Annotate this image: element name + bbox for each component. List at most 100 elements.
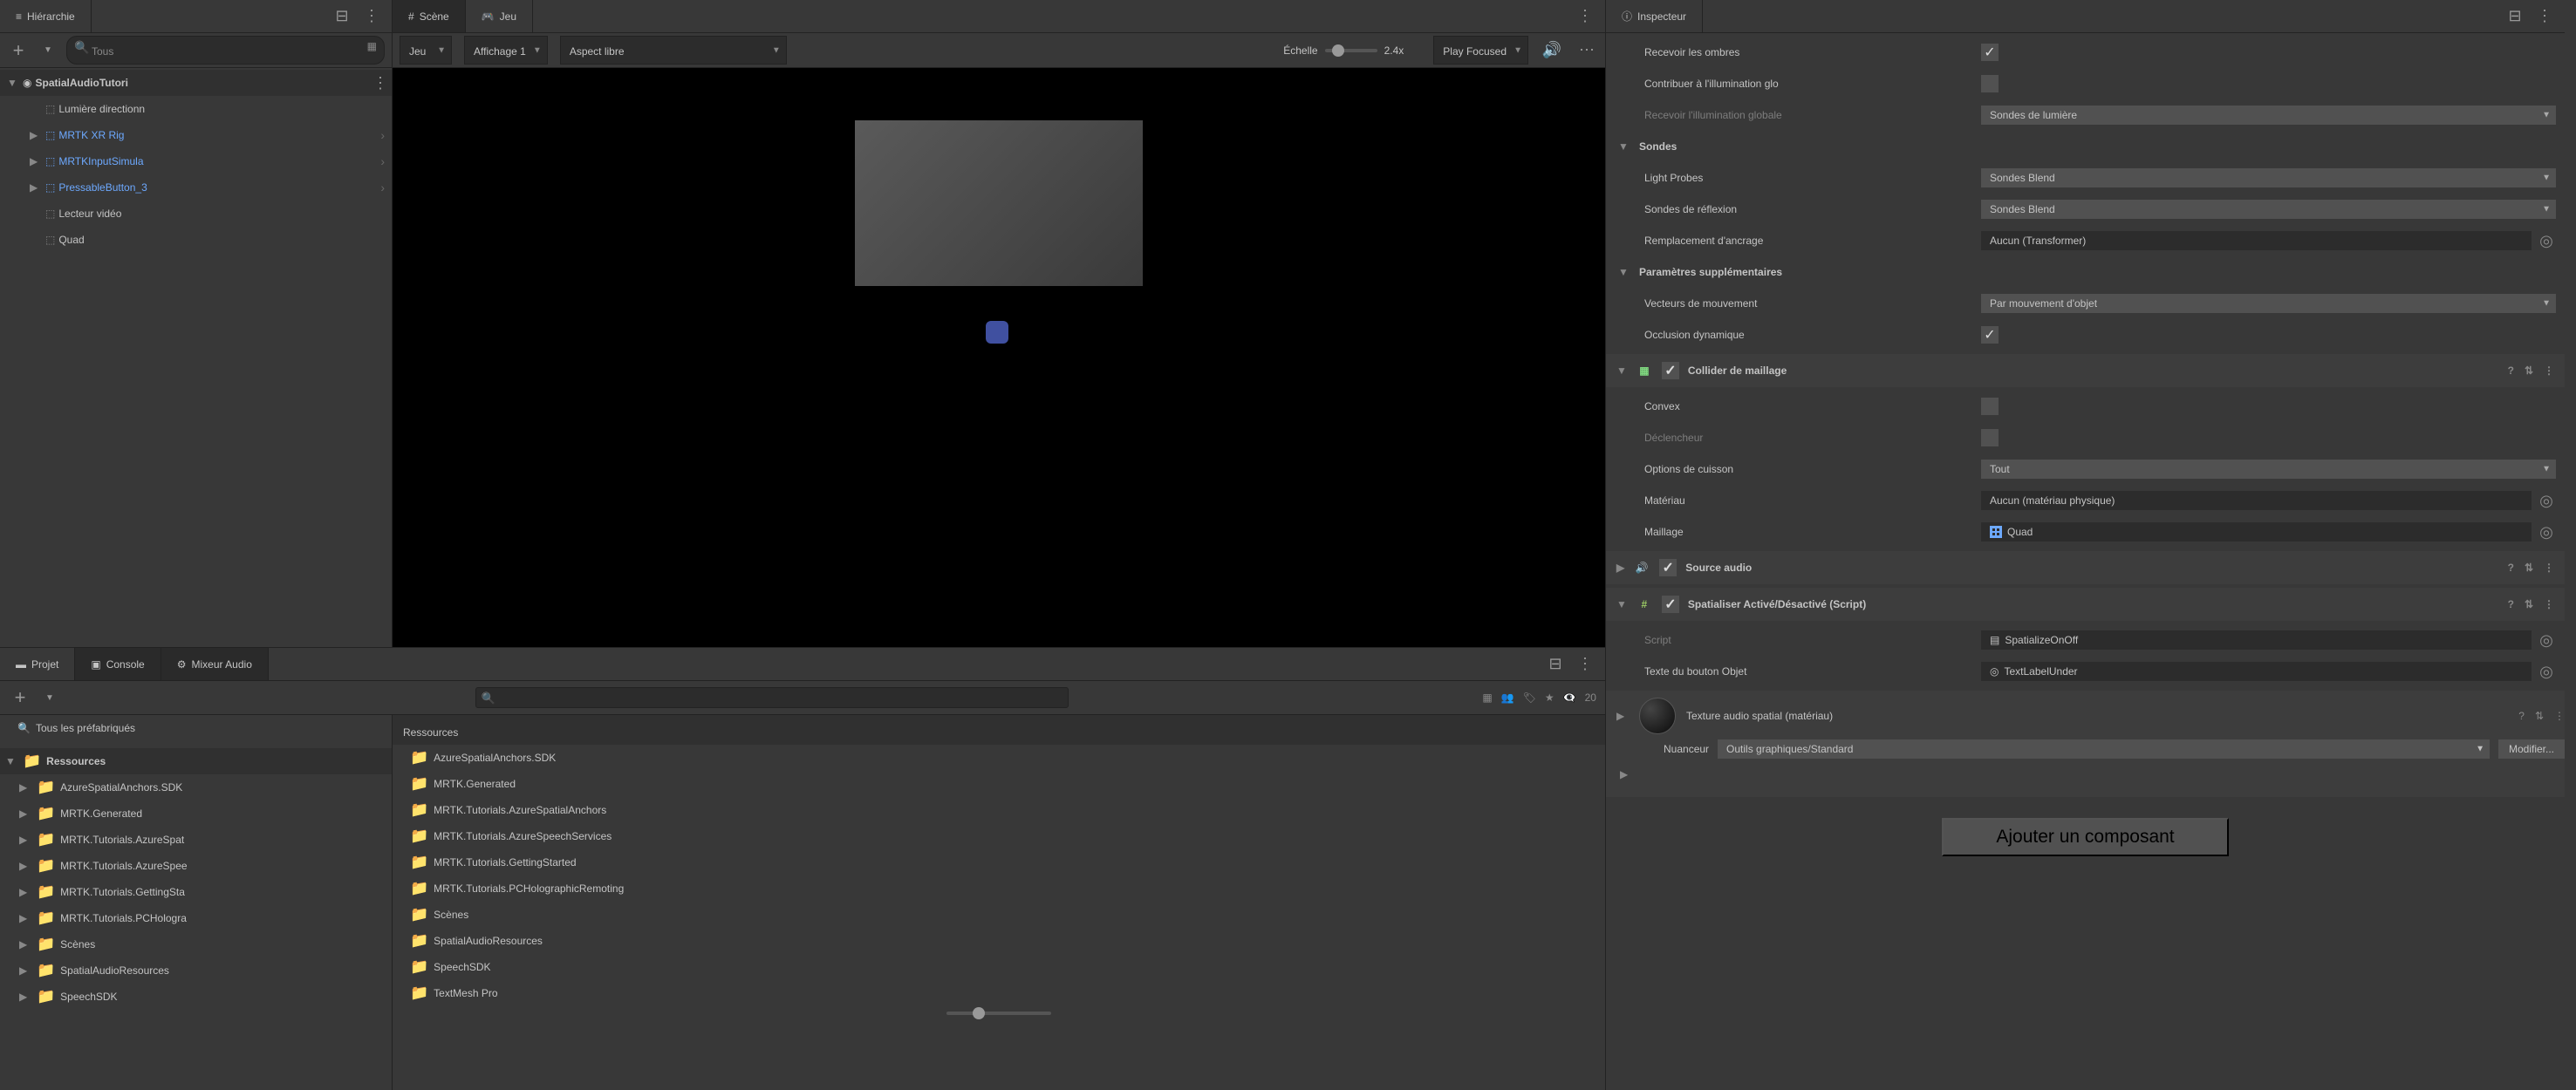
project-search-input[interactable] bbox=[475, 687, 1069, 708]
target-icon[interactable]: ◎ bbox=[2537, 663, 2556, 681]
list-item[interactable]: 📁MRTK.Tutorials.GettingStarted bbox=[393, 849, 1605, 875]
component-enabled-checkbox[interactable] bbox=[1659, 559, 1677, 576]
chevron-right-icon[interactable]: › bbox=[380, 128, 392, 142]
detach-icon[interactable]: ⊟ bbox=[331, 5, 353, 28]
checkbox[interactable] bbox=[1981, 75, 1999, 92]
expand-arrow-icon[interactable]: ▶ bbox=[30, 129, 42, 141]
add-dropdown-icon[interactable]: ▼ bbox=[37, 39, 59, 62]
object-field[interactable]: ◎ TextLabelUnder bbox=[1981, 662, 2532, 681]
audio-icon[interactable]: 🔊 bbox=[1541, 39, 1563, 62]
expand-arrow-icon[interactable]: ▼ bbox=[1615, 266, 1630, 278]
help-icon[interactable]: ? bbox=[2508, 364, 2514, 377]
expand-arrow-icon[interactable]: ▶ bbox=[19, 807, 31, 820]
tree-row[interactable]: ⬚Quad bbox=[0, 227, 392, 253]
star-icon[interactable]: ★ bbox=[1545, 691, 1554, 704]
object-field[interactable]: Aucun (Transformer) bbox=[1981, 231, 2532, 250]
more-icon[interactable]: ⋯ bbox=[1575, 39, 1598, 62]
expand-arrow-icon[interactable]: ▶ bbox=[19, 938, 31, 950]
inspector-tab[interactable]: ⓘ Inspecteur bbox=[1606, 0, 1703, 32]
detach-icon[interactable]: ⊟ bbox=[1544, 653, 1567, 676]
menu-icon[interactable]: ⋮ bbox=[1574, 5, 1596, 28]
checkbox[interactable] bbox=[1981, 326, 1999, 344]
target-icon[interactable]: ◎ bbox=[2537, 232, 2556, 250]
search-menu-icon[interactable]: ▦ bbox=[367, 40, 377, 52]
help-icon[interactable]: ? bbox=[2518, 710, 2525, 722]
sub-header[interactable]: ▼Paramètres supplémentaires bbox=[1615, 256, 2556, 288]
preset-icon[interactable]: ⇅ bbox=[2525, 364, 2533, 377]
chevron-right-icon[interactable]: › bbox=[380, 154, 392, 168]
expand-arrow-icon[interactable]: ▶ bbox=[19, 886, 31, 898]
expand-arrow-icon[interactable]: ▶ bbox=[1616, 768, 1628, 780]
preset-icon[interactable]: ⇅ bbox=[2525, 598, 2533, 610]
folder-row[interactable]: ▶📁Scènes bbox=[0, 931, 392, 957]
project-tree[interactable]: 🔍 Tous les préfabriqués ▼ 📁 Ressources ▶… bbox=[0, 715, 393, 1090]
list-item[interactable]: 📁Scènes bbox=[393, 902, 1605, 928]
add-component-button[interactable]: Ajouter un composant bbox=[1942, 818, 2228, 856]
resources-root[interactable]: ▼ 📁 Ressources bbox=[0, 748, 392, 774]
expand-arrow-icon[interactable]: ▼ bbox=[1616, 598, 1627, 610]
folder-row[interactable]: ▶📁AzureSpatialAnchors.SDK bbox=[0, 774, 392, 800]
expand-arrow-icon[interactable]: ▶ bbox=[19, 964, 31, 977]
expand-arrow-icon[interactable]: ▼ bbox=[1616, 364, 1627, 377]
list-breadcrumb[interactable]: Ressources bbox=[393, 715, 1605, 745]
expand-arrow-icon[interactable]: ▶ bbox=[19, 991, 31, 1003]
checkbox[interactable] bbox=[1981, 44, 1999, 61]
expand-arrow-icon[interactable]: ▼ bbox=[5, 755, 17, 767]
object-field[interactable]: Aucun (matériau physique) bbox=[1981, 491, 2532, 510]
expand-arrow-icon[interactable]: ▼ bbox=[1615, 140, 1630, 153]
label-icon[interactable]: 🏷 bbox=[1523, 691, 1536, 704]
modify-button[interactable]: Modifier... bbox=[2498, 739, 2565, 759]
tree-row[interactable]: ⬚Lumière directionn bbox=[0, 96, 392, 122]
help-icon[interactable]: ? bbox=[2508, 598, 2514, 610]
aspect-dropdown[interactable]: Aspect libre bbox=[560, 36, 787, 65]
dropdown[interactable]: Sondes Blend bbox=[1981, 200, 2556, 219]
scene-tab[interactable]: # Scène bbox=[393, 0, 466, 32]
folder-row[interactable]: ▶📁SpeechSDK bbox=[0, 984, 392, 1010]
target-icon[interactable]: ◎ bbox=[2537, 631, 2556, 650]
add-dropdown-icon[interactable]: ▼ bbox=[38, 686, 61, 709]
mixer-tab[interactable]: ⚙ Mixeur Audio bbox=[161, 648, 269, 680]
dropdown[interactable]: Sondes Blend bbox=[1981, 168, 2556, 187]
project-list[interactable]: Ressources 📁AzureSpatialAnchors.SDK📁MRTK… bbox=[393, 715, 1605, 1090]
game-tab[interactable]: 🎮 Jeu bbox=[466, 0, 533, 32]
inspector-body[interactable]: Recevoir les ombresContribuer à l'illumi… bbox=[1606, 33, 2565, 1090]
menu-icon[interactable]: ⋮ bbox=[2544, 562, 2554, 574]
shader-dropdown[interactable]: Outils graphiques/Standard bbox=[1718, 739, 2490, 759]
folder-row[interactable]: ▶📁MRTK.Tutorials.AzureSpat bbox=[0, 827, 392, 853]
dropdown[interactable]: Par mouvement d'objet bbox=[1981, 294, 2556, 313]
hidden-icon[interactable]: 👁‍🗨 bbox=[1563, 691, 1576, 704]
add-icon[interactable]: + bbox=[9, 686, 31, 709]
menu-icon[interactable]: ⋮ bbox=[2533, 5, 2556, 28]
folder-row[interactable]: ▶📁MRTK.Tutorials.GettingSta bbox=[0, 879, 392, 905]
expand-arrow-icon[interactable]: ▶ bbox=[19, 781, 31, 794]
list-item[interactable]: 📁MRTK.Generated bbox=[393, 771, 1605, 797]
list-item[interactable]: 📁SpatialAudioResources bbox=[393, 928, 1605, 954]
list-item[interactable]: 📁MRTK.Tutorials.AzureSpatialAnchors bbox=[393, 797, 1605, 823]
preset-icon[interactable]: ⇅ bbox=[2525, 562, 2533, 574]
hierarchy-search-input[interactable]: Tous ▦ bbox=[66, 36, 385, 65]
menu-icon[interactable]: ⋮ bbox=[2544, 598, 2554, 610]
object-field[interactable]: Quad bbox=[1981, 522, 2532, 542]
sub-header[interactable]: ▼Sondes bbox=[1615, 131, 2556, 162]
expand-arrow-icon[interactable]: ▶ bbox=[30, 155, 42, 167]
list-item[interactable]: 📁TextMesh Pro bbox=[393, 980, 1605, 1006]
dropdown[interactable]: Sondes de lumière bbox=[1981, 106, 2556, 125]
tree-row[interactable]: ⬚Lecteur vidéo bbox=[0, 201, 392, 227]
target-icon[interactable]: ◎ bbox=[2537, 523, 2556, 542]
folder-row[interactable]: ▶📁MRTK.Tutorials.PCHologra bbox=[0, 905, 392, 931]
component-enabled-checkbox[interactable] bbox=[1662, 596, 1679, 613]
add-icon[interactable]: + bbox=[7, 39, 30, 62]
dropdown[interactable]: Tout bbox=[1981, 460, 2556, 479]
expand-arrow-icon[interactable]: ▶ bbox=[30, 181, 42, 194]
list-item[interactable]: 📁AzureSpatialAnchors.SDK bbox=[393, 745, 1605, 771]
component-header[interactable]: ▶🔊Source audio?⇅⋮ bbox=[1606, 551, 2565, 584]
detach-icon[interactable]: ⊟ bbox=[2504, 5, 2526, 28]
list-item[interactable]: 📁SpeechSDK bbox=[393, 954, 1605, 980]
scene-row[interactable]: ▼ ◉ SpatialAudioTutori ⋮ bbox=[0, 70, 392, 96]
tree-row[interactable]: ▶⬚MRTKInputSimula› bbox=[0, 148, 392, 174]
expand-arrow-icon[interactable]: ▶ bbox=[19, 834, 31, 846]
expand-arrow-icon[interactable]: ▶ bbox=[19, 912, 31, 924]
component-enabled-checkbox[interactable] bbox=[1662, 362, 1679, 379]
menu-icon[interactable]: ⋮ bbox=[360, 5, 383, 28]
expand-arrow-icon[interactable]: ▶ bbox=[1616, 710, 1629, 722]
